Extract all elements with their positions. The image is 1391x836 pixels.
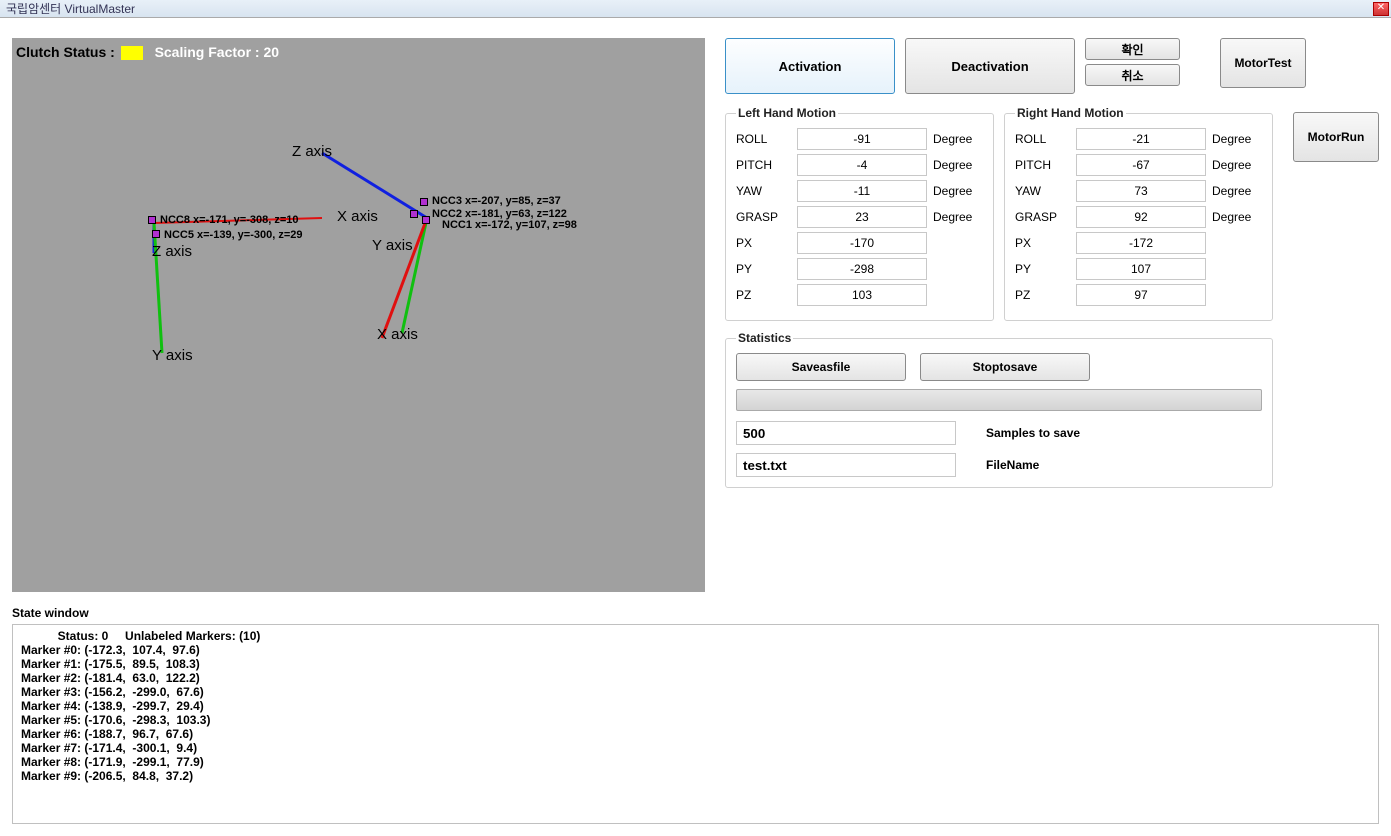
right-motion-unit: Degree bbox=[1212, 184, 1262, 198]
left-motion-unit: Degree bbox=[933, 210, 983, 224]
right-motion-value: -67 bbox=[1076, 154, 1206, 176]
save-progress-bar bbox=[736, 389, 1262, 411]
left-motion-value: -11 bbox=[797, 180, 927, 202]
left-motion-label: YAW bbox=[736, 184, 791, 198]
axes-svg bbox=[12, 38, 712, 592]
cancel-button[interactable]: 취소 bbox=[1085, 64, 1180, 86]
ncc-marker bbox=[152, 230, 160, 238]
left-motion-unit: Degree bbox=[933, 184, 983, 198]
right-motion-row: PITCH -67 Degree bbox=[1015, 154, 1262, 176]
state-window-title: State window bbox=[12, 606, 1379, 620]
state-header: Status: 0 Unlabeled Markers: (10) bbox=[21, 629, 260, 643]
right-motion-row: ROLL -21 Degree bbox=[1015, 128, 1262, 150]
left-motion-label: PITCH bbox=[736, 158, 791, 172]
right-motion-label: PZ bbox=[1015, 288, 1070, 302]
left-motion-row: PZ 103 bbox=[736, 284, 983, 306]
ncc-label: NCC1 x=-172, y=107, z=98 bbox=[442, 219, 577, 231]
filename-input[interactable] bbox=[736, 453, 956, 477]
right-motion-value: -172 bbox=[1076, 232, 1206, 254]
axis-label: Z axis bbox=[152, 243, 192, 260]
ncc-marker bbox=[422, 216, 430, 224]
filename-label: FileName bbox=[986, 458, 1262, 472]
right-motion-row: YAW 73 Degree bbox=[1015, 180, 1262, 202]
left-motion-value: 23 bbox=[797, 206, 927, 228]
left-motion-row: GRASP 23 Degree bbox=[736, 206, 983, 228]
activation-button[interactable]: Activation bbox=[725, 38, 895, 94]
ncc-label: NCC3 x=-207, y=85, z=37 bbox=[432, 195, 561, 207]
axis-label: Y axis bbox=[372, 237, 413, 254]
left-motion-value: 103 bbox=[797, 284, 927, 306]
left-motion-title: Left Hand Motion bbox=[736, 106, 838, 120]
right-motion-label: PITCH bbox=[1015, 158, 1070, 172]
deactivation-button[interactable]: Deactivation bbox=[905, 38, 1075, 94]
right-motion-value: -21 bbox=[1076, 128, 1206, 150]
right-hand-motion-group: Right Hand Motion ROLL -21 Degree PITCH -67 D… bbox=[1004, 106, 1273, 321]
statistics-title: Statistics bbox=[736, 331, 793, 345]
statistics-group: Statistics Saveasfile Stoptosave Samples… bbox=[725, 331, 1273, 488]
left-motion-label: GRASP bbox=[736, 210, 791, 224]
left-motion-row: YAW -11 Degree bbox=[736, 180, 983, 202]
left-motion-label: PY bbox=[736, 262, 791, 276]
right-motion-row: GRASP 92 Degree bbox=[1015, 206, 1262, 228]
state-window-textarea[interactable]: Status: 0 Unlabeled Markers: (10) Marker… bbox=[12, 624, 1379, 824]
motortest-button[interactable]: MotorTest bbox=[1220, 38, 1306, 88]
confirm-button[interactable]: 확인 bbox=[1085, 38, 1180, 60]
close-icon[interactable]: ✕ bbox=[1373, 2, 1389, 16]
right-motion-label: ROLL bbox=[1015, 132, 1070, 146]
left-motion-unit: Degree bbox=[933, 158, 983, 172]
right-motion-value: 97 bbox=[1076, 284, 1206, 306]
left-motion-value: -170 bbox=[797, 232, 927, 254]
ncc-label: NCC8 x=-171, y=-308, z=10 bbox=[160, 214, 299, 226]
right-motion-row: PY 107 bbox=[1015, 258, 1262, 280]
right-motion-row: PX -172 bbox=[1015, 232, 1262, 254]
left-motion-row: PX -170 bbox=[736, 232, 983, 254]
left-motion-row: PY -298 bbox=[736, 258, 983, 280]
window-title: 국립암센터 VirtualMaster bbox=[2, 0, 135, 17]
samples-label: Samples to save bbox=[986, 426, 1262, 440]
left-motion-value: -4 bbox=[797, 154, 927, 176]
ncc-marker bbox=[410, 210, 418, 218]
motorrun-button[interactable]: MotorRun bbox=[1293, 112, 1379, 162]
ncc-label: NCC5 x=-139, y=-300, z=29 bbox=[164, 229, 303, 241]
left-motion-unit: Degree bbox=[933, 132, 983, 146]
right-motion-label: GRASP bbox=[1015, 210, 1070, 224]
right-motion-value: 92 bbox=[1076, 206, 1206, 228]
stoptosave-button[interactable]: Stoptosave bbox=[920, 353, 1090, 381]
axis-label: X axis bbox=[337, 208, 378, 225]
right-motion-label: PX bbox=[1015, 236, 1070, 250]
left-motion-row: PITCH -4 Degree bbox=[736, 154, 983, 176]
right-motion-value: 73 bbox=[1076, 180, 1206, 202]
ncc-marker bbox=[148, 216, 156, 224]
left-hand-motion-group: Left Hand Motion ROLL -91 Degree PITCH -4 Deg… bbox=[725, 106, 994, 321]
saveasfile-button[interactable]: Saveasfile bbox=[736, 353, 906, 381]
right-motion-label: PY bbox=[1015, 262, 1070, 276]
right-motion-unit: Degree bbox=[1212, 132, 1262, 146]
titlebar: 국립암센터 VirtualMaster ✕ bbox=[0, 0, 1391, 18]
axis-label: Y axis bbox=[152, 347, 193, 364]
left-motion-label: PZ bbox=[736, 288, 791, 302]
left-motion-row: ROLL -91 Degree bbox=[736, 128, 983, 150]
right-motion-unit: Degree bbox=[1212, 158, 1262, 172]
left-motion-label: PX bbox=[736, 236, 791, 250]
right-motion-value: 107 bbox=[1076, 258, 1206, 280]
ncc-marker bbox=[420, 198, 428, 206]
viewport-3d[interactable]: Clutch Status : Scaling Factor : 20 NCC3… bbox=[12, 38, 705, 592]
right-motion-title: Right Hand Motion bbox=[1015, 106, 1126, 120]
right-motion-unit: Degree bbox=[1212, 210, 1262, 224]
right-motion-label: YAW bbox=[1015, 184, 1070, 198]
left-motion-value: -91 bbox=[797, 128, 927, 150]
left-motion-value: -298 bbox=[797, 258, 927, 280]
axis-label: X axis bbox=[377, 326, 418, 343]
axis-label: Z axis bbox=[292, 143, 332, 160]
state-lines: Marker #0: (-172.3, 107.4, 97.6) Marker … bbox=[21, 643, 210, 783]
left-motion-label: ROLL bbox=[736, 132, 791, 146]
samples-input[interactable] bbox=[736, 421, 956, 445]
right-motion-row: PZ 97 bbox=[1015, 284, 1262, 306]
